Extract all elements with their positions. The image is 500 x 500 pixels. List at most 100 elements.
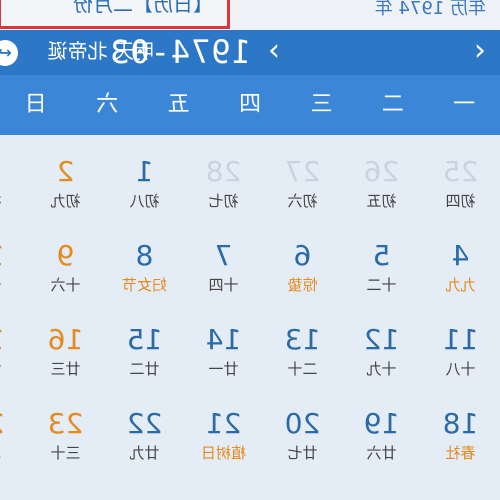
day-number: 14 [205,323,242,356]
highlighted-title-text: 【日历】二月份 [73,0,213,16]
lunar-date: 廿六 [366,444,397,462]
weekday-thu: 四 [239,92,262,117]
lunar-date: 初八 [129,192,160,210]
weekday-header: 一 二 三 四 五 六 日 [0,75,500,135]
day-cell[interactable]: 22 廿九 [105,387,184,471]
day-cell[interactable]: 3 初十 [0,135,26,219]
lunar-date: 十六 [50,276,81,294]
day-number: 19 [363,407,400,440]
day-number: 18 [442,407,479,440]
day-number: 2 [56,155,75,188]
weekday-wed: 三 [310,92,333,117]
lunar-date: 廿四 [0,359,26,379]
day-number: 5 [372,239,391,272]
day-cell[interactable]: 8 妇女节 [105,219,184,303]
day-cell[interactable]: 10 十七 [0,219,26,303]
day-number: 28 [205,155,242,188]
lunar-date: 惊蛰 [287,276,318,294]
day-cell[interactable]: 14 廿一 [184,303,263,387]
day-cell[interactable]: 25 初四 [421,135,500,219]
day-number: 21 [205,407,242,440]
day-number: 12 [363,323,400,356]
day-cell[interactable]: 13 二十 [263,303,342,387]
lunar-date: 十二 [366,276,397,294]
day-cell[interactable]: 7 十四 [184,219,263,303]
weekday-sat: 六 [96,92,119,117]
weekday-sun: 日 [24,92,47,117]
day-cell[interactable]: 20 廿七 [263,387,342,471]
day-number: 8 [135,239,154,272]
lunar-date: 九九 [445,276,476,294]
lunar-date: 初九 [50,192,81,210]
day-cell[interactable]: 4 九九 [421,219,500,303]
year-caption: 年历 1974 年 [374,0,486,19]
lunar-date: 妇女节 [122,276,168,294]
day-cell[interactable]: 11 十八 [421,303,500,387]
prev-month-icon[interactable]: ‹ [460,30,500,75]
day-cell[interactable]: 26 初五 [342,135,421,219]
day-number: 11 [442,323,479,356]
lunar-date: 初五 [366,192,397,210]
day-cell[interactable]: 27 初六 [263,135,342,219]
day-number: 7 [214,239,233,272]
day-cell[interactable]: 21 植树日 [184,387,263,471]
day-number: 10 [0,239,26,272]
day-cell[interactable]: 18 春社 [421,387,500,471]
lunar-date: 廿二 [129,360,160,378]
day-cell[interactable]: 19 廿六 [342,387,421,471]
month-navigation-bar: ‹ › 1974-03 明天 北帝诞 ↩ [0,30,500,75]
lunar-date: 春社 [445,444,476,462]
lunar-date: 十四 [208,276,239,294]
day-number: 6 [293,239,312,272]
weekday-tue: 二 [381,92,404,117]
lunar-date: 初七 [208,192,239,210]
lunar-date: 十八 [445,360,476,378]
lunar-date: 廿九 [129,444,160,462]
lunar-date: 三十 [50,444,81,462]
day-number: 17 [0,323,26,356]
day-number: 26 [363,155,400,188]
lunar-date: 植树日 [201,444,247,462]
lunar-date: 廿三 [50,360,81,378]
day-cell[interactable]: 1 初八 [105,135,184,219]
day-number: 20 [284,407,321,440]
day-number: 4 [451,239,470,272]
day-number: 24 [0,407,26,440]
day-number: 13 [284,323,321,356]
lunar-date: 十九 [366,360,397,378]
day-number: 16 [47,323,84,356]
day-number: 9 [56,239,75,272]
day-cell[interactable]: 6 惊蛰 [263,219,342,303]
day-cell[interactable]: 5 十二 [342,219,421,303]
lunar-date: 二十 [287,360,318,378]
day-cell[interactable]: 2 初九 [26,135,105,219]
day-number: 23 [47,407,84,440]
weekday-fri: 五 [167,92,190,117]
festival-hint: 明天 北帝诞 [47,39,154,63]
lunar-date: 初十 [0,191,26,211]
day-cell[interactable]: 28 初七 [184,135,263,219]
highlighted-title-box: 【日历】二月份 [0,0,230,29]
day-number: 3 [0,157,26,187]
lunar-date: 初六 [287,192,318,210]
lunar-date: 十七 [0,275,26,295]
lunar-date: 廿一 [208,360,239,378]
next-month-icon[interactable]: › [254,30,294,75]
day-cell[interactable]: 24 二月 [0,387,26,471]
lunar-date: 初四 [445,192,476,210]
day-cell[interactable]: 17 廿四 [0,303,26,387]
lunar-date: 二月 [0,443,26,463]
day-cell[interactable]: 16 廿三 [26,303,105,387]
day-number: 1 [135,155,154,188]
day-cell[interactable]: 9 十六 [26,219,105,303]
weekday-mon: 一 [453,92,476,117]
day-number: 22 [126,407,163,440]
day-number: 25 [442,155,479,188]
lunar-date: 廿七 [287,444,318,462]
day-cell[interactable]: 23 三十 [26,387,105,471]
day-cell[interactable]: 15 廿二 [105,303,184,387]
day-cell[interactable]: 12 十九 [342,303,421,387]
calendar-grid: 25 初四 26 初五 27 初六 28 初七 1 初八 2 初九 3 初十 4 九九 5 十二 6 惊蛰 7 十四 8 妇女… [0,135,500,500]
day-number: 27 [284,155,321,188]
mirrored-calendar-screen: 年历 1974 年 【日历】二月份 ‹ › 1974-03 明天 北帝诞 ↩ 一… [0,0,500,500]
